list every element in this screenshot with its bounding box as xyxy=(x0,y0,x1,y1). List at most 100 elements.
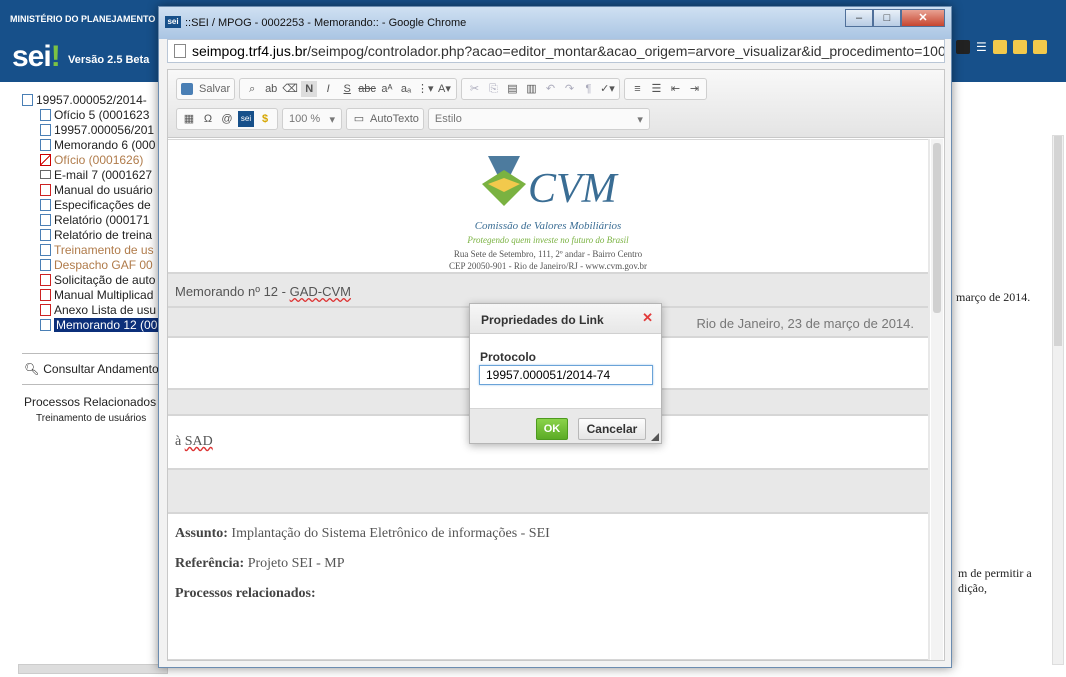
tree-item-label: Ofício 5 (0001623 xyxy=(54,107,150,122)
chevron-down-icon: ▾ xyxy=(329,113,335,126)
tree-item-label: Manual Multiplicad xyxy=(54,287,154,302)
window-titlebar[interactable]: sei ::SEI / MPOG - 0002253 - Memorando::… xyxy=(159,7,951,39)
subject-section[interactable]: Assunto: Implantação do Sistema Eletrôni… xyxy=(168,513,928,660)
ok-button[interactable]: OK xyxy=(536,418,568,440)
link-properties-dialog: Propriedades do Link ✕ Protocolo OK Canc… xyxy=(469,303,662,444)
color-icon[interactable]: A▾ xyxy=(436,81,452,97)
cut-icon[interactable]: ✂ xyxy=(466,81,482,97)
editor-toolbar: Salvar ⌕ ab ⌫ N I S abc aᴬ aₐ ⋮▾ A▾ ✂ ⎘ xyxy=(168,70,944,138)
consult-history-link[interactable]: 🔍︎ Consultar Andamento xyxy=(24,362,159,376)
notes-icon[interactable] xyxy=(992,40,1007,54)
save-button[interactable]: Salvar xyxy=(176,78,236,100)
tree-item[interactable]: Ofício 5 (0001623 xyxy=(22,107,167,122)
style-select[interactable]: Estilo ▾ xyxy=(427,108,650,130)
tree-item[interactable]: E-mail 7 (0001627 xyxy=(22,167,167,182)
page-scrollbar[interactable] xyxy=(1052,135,1064,665)
sei-link-icon[interactable]: sei xyxy=(238,111,254,127)
close-window-button[interactable]: ✕ xyxy=(901,9,945,27)
resize-handle-icon[interactable] xyxy=(651,433,659,441)
tree-item[interactable]: Especificações de xyxy=(22,197,167,212)
protocol-label: Protocolo xyxy=(480,350,536,364)
redo-icon[interactable]: ↷ xyxy=(561,81,577,97)
sei-logo[interactable]: sei! xyxy=(12,40,61,74)
autotext-button[interactable]: ▭ AutoTexto xyxy=(346,108,424,130)
minimize-button[interactable]: – xyxy=(845,9,873,27)
tree-item-label: E-mail 7 (0001627 xyxy=(54,167,153,182)
tree-root[interactable]: 19957.000052/2014- xyxy=(22,92,167,107)
folder-icon xyxy=(22,93,33,106)
tree-item[interactable]: Anexo Lista de usu xyxy=(22,302,167,317)
pdf-icon xyxy=(40,303,51,316)
italic-button[interactable]: I xyxy=(320,81,336,97)
link-icon[interactable]: @ xyxy=(219,111,235,127)
underline-button[interactable]: S xyxy=(339,81,355,97)
tree-item[interactable]: Relatório (000171 xyxy=(22,212,167,227)
paste-text-icon[interactable]: ▥ xyxy=(523,81,539,97)
zoom-select[interactable]: 100 % ▾ xyxy=(282,108,342,130)
maximize-button[interactable]: □ xyxy=(873,9,901,27)
find-icon[interactable]: ⌕ xyxy=(244,81,260,97)
table-icon[interactable]: ▦ xyxy=(181,111,197,127)
decrease-indent-icon[interactable]: ⇤ xyxy=(667,81,683,97)
memo-number-section[interactable]: Memorando nº 12 - GAD-CVM xyxy=(168,273,928,307)
tree-item[interactable]: Manual Multiplicad xyxy=(22,287,167,302)
tree-item[interactable]: Memorando 6 (000 xyxy=(22,137,167,152)
tree-item-label: 19957.000056/201 xyxy=(54,122,155,137)
document-icon xyxy=(40,318,51,331)
tree-item[interactable]: Relatório de treina xyxy=(22,227,167,242)
currency-icon[interactable]: $ xyxy=(257,111,273,127)
document-scrollbar[interactable] xyxy=(931,139,943,660)
tree-item[interactable]: Treinamento de us xyxy=(22,242,167,257)
divider xyxy=(22,384,167,385)
strikethrough-button[interactable]: abc xyxy=(358,81,376,97)
cancel-button[interactable]: Cancelar xyxy=(578,418,646,440)
copy-icon[interactable]: ⎘ xyxy=(485,81,501,97)
tree-item-label: Relatório de treina xyxy=(54,227,153,242)
dialog-titlebar[interactable]: Propriedades do Link ✕ xyxy=(470,304,661,334)
tree-item[interactable]: Ofício (0001626) xyxy=(22,152,167,167)
menu-icon[interactable]: ☰ xyxy=(976,40,987,54)
bold-button[interactable]: N xyxy=(301,81,318,97)
tree-item[interactable]: Manual do usuário xyxy=(22,182,167,197)
subject-line: Assunto: Implantação do Sistema Eletrôni… xyxy=(175,526,550,541)
numbered-list-icon[interactable]: ≡ xyxy=(629,81,645,97)
address-bar[interactable]: seimpog.trf4.jus.br/seimpog/controlador.… xyxy=(167,39,945,63)
header-tools: ☰ xyxy=(956,40,1047,54)
tree-item[interactable]: 19957.000056/201 xyxy=(22,122,167,137)
svg-text:CVM: CVM xyxy=(528,166,619,212)
user-icon[interactable] xyxy=(1012,40,1027,54)
tools-icon[interactable] xyxy=(1032,40,1047,54)
tree-item[interactable]: Despacho GAF 00 xyxy=(22,257,167,272)
related-processes-line: Processos relacionados: xyxy=(175,586,316,601)
superscript-icon[interactable]: aᴬ xyxy=(379,81,395,97)
subscript-icon[interactable]: aₐ xyxy=(398,81,414,97)
document-icon xyxy=(40,213,51,226)
close-icon[interactable]: ✕ xyxy=(642,310,653,326)
replace-icon[interactable]: ab xyxy=(263,81,279,97)
dropdown-icon[interactable] xyxy=(956,40,970,54)
email-icon xyxy=(40,170,51,179)
protocol-input[interactable] xyxy=(479,365,653,385)
tree-item[interactable]: Solicitação de auto xyxy=(22,272,167,287)
tree-item-label: Despacho GAF 00 xyxy=(54,257,153,272)
paste-icon[interactable]: ▤ xyxy=(504,81,520,97)
tree-item[interactable]: Memorando 12 (00 xyxy=(22,317,167,332)
tree-horizontal-scrollbar[interactable] xyxy=(18,664,168,674)
undo-icon[interactable]: ↶ xyxy=(542,81,558,97)
paragraph-icon[interactable]: ¶ xyxy=(580,81,596,97)
spellcheck-icon[interactable]: ✓▾ xyxy=(599,81,615,97)
related-process-link[interactable]: Treinamento de usuários xyxy=(36,413,146,424)
special-char-icon[interactable]: Ω xyxy=(200,111,216,127)
process-tree: 19957.000052/2014- Ofício 5 (0001623 1995… xyxy=(22,92,167,332)
dialog-footer: OK Cancelar xyxy=(470,408,661,443)
bullet-list-icon[interactable]: ☰ xyxy=(648,81,664,97)
save-icon xyxy=(181,83,193,95)
process-icon xyxy=(40,123,51,136)
eraser-icon[interactable]: ⌫ xyxy=(282,81,298,97)
tree-item-label: Anexo Lista de usu xyxy=(54,302,157,317)
org-address: Rua Sete de Setembro, 111, 2º andar - Ba… xyxy=(453,249,643,259)
cvm-logo: CVM xyxy=(482,156,619,212)
format-list-icon[interactable]: ⋮▾ xyxy=(417,81,434,97)
sei-favicon: sei xyxy=(165,16,181,28)
increase-indent-icon[interactable]: ⇥ xyxy=(686,81,702,97)
